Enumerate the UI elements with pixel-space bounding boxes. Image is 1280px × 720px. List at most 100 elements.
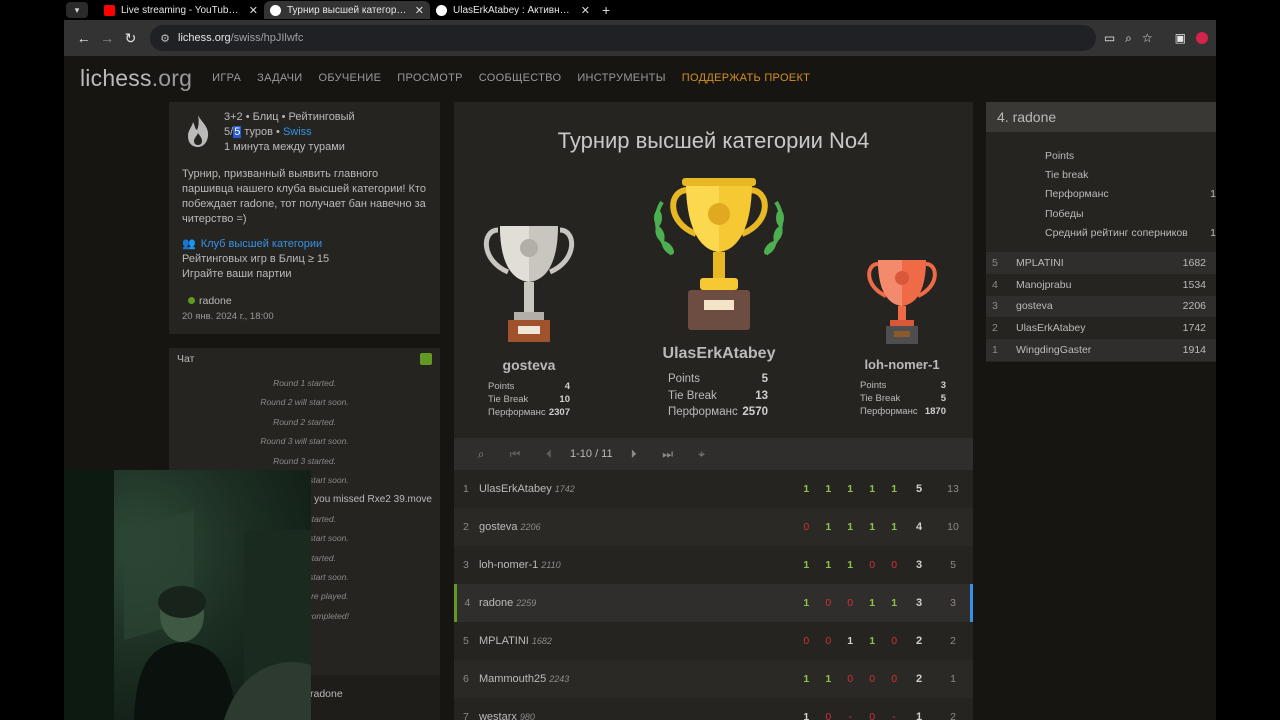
round-result[interactable]: 0: [817, 711, 839, 720]
profile-avatar[interactable]: [1196, 32, 1209, 44]
url-path: /swiss/hpJIlwfc: [230, 32, 304, 44]
tab-activity[interactable]: UlasErkAtabey : Активность • lichess ✕: [430, 1, 596, 19]
round-result[interactable]: 1: [861, 521, 883, 533]
entry-condition: Рейтинговых игр в Блиц ≥ 15: [182, 253, 330, 265]
zoom-icon[interactable]: ⌕: [1125, 31, 1132, 46]
round-result[interactable]: 1: [839, 559, 861, 571]
tab-youtube-studio[interactable]: Live streaming - YouTube Studio ✕: [98, 1, 264, 19]
table-row[interactable]: 6 Mammouth25 2243 1 1 0 0 0 2 1: [454, 660, 973, 698]
chat-toggle[interactable]: [420, 353, 432, 365]
close-icon[interactable]: ✕: [415, 4, 424, 17]
round-result[interactable]: 0: [861, 559, 883, 571]
player: UlasErkAtabey 1742: [478, 483, 795, 495]
new-tab-icon[interactable]: +: [602, 2, 610, 18]
nav-learn[interactable]: ОБУЧЕНИЕ: [318, 72, 381, 84]
round-result[interactable]: 0: [795, 635, 817, 647]
round-result[interactable]: 0: [861, 673, 883, 685]
podium-first-name[interactable]: UlasErkAtabey: [644, 345, 794, 363]
club-link-row[interactable]: 👥 Клуб высшей категории: [182, 237, 427, 252]
round-result[interactable]: 1: [883, 521, 905, 533]
round-result[interactable]: 1: [861, 635, 883, 647]
round-result[interactable]: 1: [817, 483, 839, 495]
round-result[interactable]: 0: [883, 559, 905, 571]
podium-second-name[interactable]: gosteva: [470, 357, 588, 373]
back-icon[interactable]: ←: [72, 30, 95, 46]
round-result[interactable]: 0: [839, 597, 861, 609]
nav-tools[interactable]: ИНСТРУМЕНТЫ: [577, 72, 665, 84]
round-result[interactable]: 1: [795, 673, 817, 685]
search-icon[interactable]: ⌕: [464, 447, 498, 462]
podium-third-name[interactable]: loh-nomer-1: [852, 357, 952, 372]
round-result[interactable]: 1: [795, 597, 817, 609]
nav-watch[interactable]: ПРОСМОТР: [397, 72, 463, 84]
game-row[interactable]: 3 gosteva 2206: [986, 295, 1216, 318]
site-logo[interactable]: lichess.org: [80, 65, 192, 92]
cast-icon[interactable]: ▭: [1104, 31, 1115, 45]
round-result[interactable]: 1: [861, 597, 883, 609]
round-result[interactable]: 1: [883, 483, 905, 495]
round-result[interactable]: 1: [839, 635, 861, 647]
creator-link[interactable]: radone: [182, 295, 427, 307]
round-result[interactable]: 1: [817, 673, 839, 685]
round-result[interactable]: 1: [795, 711, 817, 720]
tournament-setup: 3+2 • Блиц • Рейтинговый 5/5 туров • Swi…: [224, 110, 427, 155]
club-link[interactable]: Клуб высшей категории: [201, 238, 322, 250]
game-row[interactable]: 2 UlasErkAtabey 1742: [986, 317, 1216, 340]
game-row[interactable]: 5 MPLATINI 1682: [986, 252, 1216, 274]
game-round: 4: [992, 278, 998, 291]
round-result[interactable]: 0: [883, 635, 905, 647]
round-result[interactable]: -: [883, 711, 905, 720]
swiss-link[interactable]: Swiss: [283, 126, 312, 138]
table-row-selected[interactable]: 4 radone 2259 1 0 0 1 1 3 3: [454, 584, 973, 622]
prev-page-icon[interactable]: ⏴: [532, 447, 566, 462]
my-position-icon[interactable]: ⌖: [685, 447, 719, 462]
tie-break: 3: [950, 597, 956, 609]
forward-icon[interactable]: →: [95, 30, 118, 46]
site-info-icon[interactable]: ⚙: [160, 32, 170, 45]
lichess-icon: [436, 4, 447, 16]
close-icon[interactable]: ✕: [249, 4, 258, 17]
tab-tournament[interactable]: Турнир высшей категории No4 ✕: [264, 1, 430, 19]
round-result[interactable]: 0: [795, 521, 817, 533]
round-result[interactable]: 0: [861, 711, 883, 720]
table-row[interactable]: 2 gosteva 2206 0 1 1 1 1 4 10: [454, 508, 973, 546]
first-page-icon[interactable]: ⏮: [498, 447, 532, 462]
round-result[interactable]: 0: [817, 597, 839, 609]
opponent-name: MPLATINI: [1016, 256, 1064, 269]
round-result[interactable]: 0: [883, 673, 905, 685]
game-row[interactable]: 4 Manojprabu 1534: [986, 273, 1216, 296]
table-row[interactable]: 3 loh-nomer-1 2110 1 1 1 0 0 3 5: [454, 546, 973, 584]
round-result[interactable]: 1: [795, 559, 817, 571]
rounds-line: 5/5 туров • Swiss: [224, 125, 427, 140]
table-row[interactable]: 7 westarx 980 1 0 - 0 - 1 2: [454, 698, 973, 720]
nav-puzzles[interactable]: ЗАДАЧИ: [257, 72, 302, 84]
nav-donate[interactable]: ПОДДЕРЖАТЬ ПРОЕКТ: [682, 72, 810, 84]
url-input[interactable]: ⚙ lichess.org/swiss/hpJIlwfc: [150, 25, 1096, 51]
game-row[interactable]: 1 WingdingGaster 1914: [986, 339, 1216, 361]
url-host: lichess.org: [178, 32, 231, 44]
extension-icon[interactable]: ▣: [1175, 31, 1186, 45]
round-result[interactable]: -: [839, 711, 861, 720]
reload-icon[interactable]: ↻: [119, 30, 142, 47]
table-row[interactable]: 5 MPLATINI 1682 0 0 1 1 0 2 2: [454, 622, 973, 660]
player-name: westarx: [478, 711, 517, 720]
round-result[interactable]: 1: [817, 559, 839, 571]
last-page-icon[interactable]: ⏭: [651, 447, 685, 462]
bookmark-star-icon[interactable]: ☆: [1142, 31, 1153, 45]
tournament-info-panel: 3+2 • Блиц • Рейтинговый 5/5 туров • Swi…: [169, 102, 440, 334]
round-result[interactable]: 0: [817, 635, 839, 647]
nav-community[interactable]: СООБЩЕСТВО: [479, 72, 562, 84]
round-result[interactable]: 0: [839, 673, 861, 685]
round-result[interactable]: 1: [817, 521, 839, 533]
round-result[interactable]: 1: [861, 483, 883, 495]
round-result[interactable]: 1: [839, 521, 861, 533]
tab-search-icon[interactable]: ▾: [66, 2, 88, 18]
nav-play[interactable]: ИГРА: [212, 72, 241, 84]
table-row[interactable]: 1 UlasErkAtabey 1742 1 1 1 1 1 5 13: [454, 470, 973, 508]
next-page-icon[interactable]: ⏵: [617, 447, 651, 462]
round-result[interactable]: 1: [795, 483, 817, 495]
round-result[interactable]: 1: [883, 597, 905, 609]
round-result[interactable]: 1: [839, 483, 861, 495]
player-name: radone: [478, 597, 514, 609]
close-icon[interactable]: ✕: [581, 4, 590, 17]
